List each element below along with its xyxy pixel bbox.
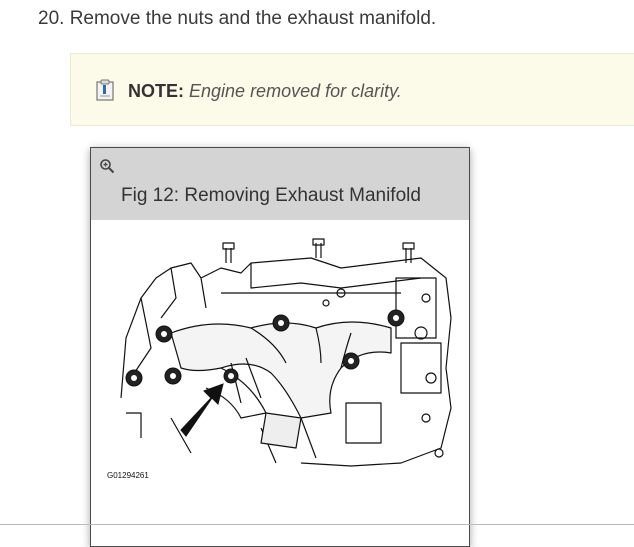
divider bbox=[0, 524, 634, 525]
figure-header: Fig 12: Removing Exhaust Manifold bbox=[91, 148, 469, 220]
note-label: NOTE: bbox=[128, 81, 184, 101]
step-text: 20. Remove the nuts and the exhaust mani… bbox=[38, 8, 437, 29]
note-body: Engine removed for clarity. bbox=[189, 81, 402, 101]
note-box: NOTE: Engine removed for clarity. bbox=[70, 53, 634, 126]
clipboard-note-icon bbox=[96, 79, 114, 101]
exhaust-manifold-illustration[interactable] bbox=[101, 238, 461, 468]
figure-code: G01294261 bbox=[107, 471, 149, 480]
zoom-in-icon[interactable] bbox=[99, 158, 115, 174]
figure-title: Fig 12: Removing Exhaust Manifold bbox=[121, 185, 421, 206]
figure-box: Fig 12: Removing Exhaust Manifold G01294… bbox=[90, 147, 470, 547]
